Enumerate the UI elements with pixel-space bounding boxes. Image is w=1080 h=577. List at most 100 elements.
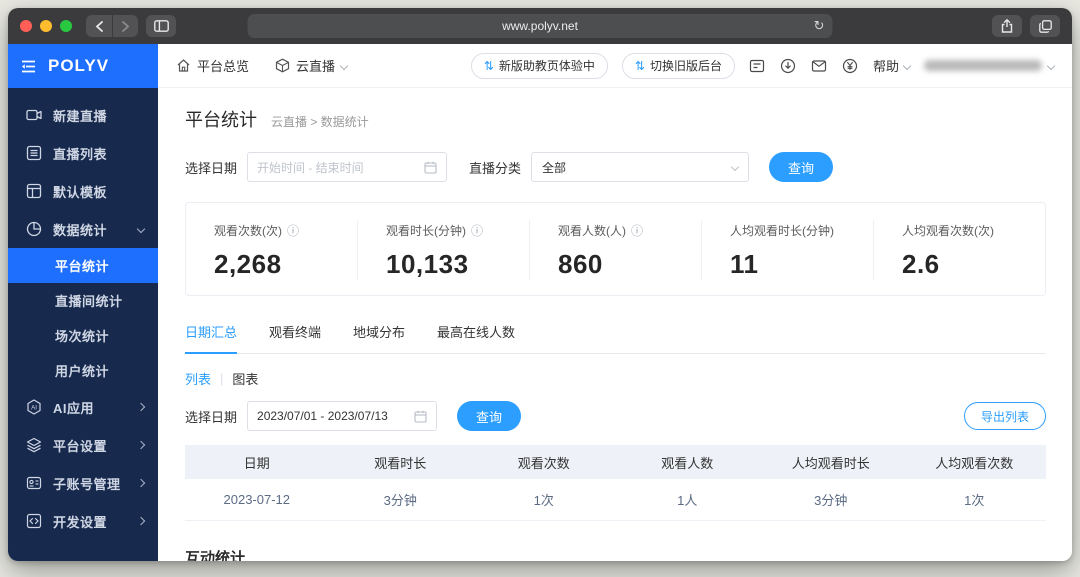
code-icon xyxy=(26,513,42,529)
browser-chrome: www.polyv.net ↻ xyxy=(8,8,1072,44)
browser-window: www.polyv.net ↻ POLYV 新建直播 直播列表 默认模板 数据统… xyxy=(8,8,1072,561)
cell-duration: 3分钟 xyxy=(328,479,472,521)
sidebar-subitem-label: 直播间统计 xyxy=(55,294,123,309)
view-chart-link[interactable]: 图表 xyxy=(232,369,258,388)
home-icon xyxy=(177,59,190,72)
category-select[interactable]: 全部 xyxy=(531,152,750,182)
column-header-avg-views: 人均观看次数 xyxy=(902,445,1046,479)
url-text: www.polyv.net xyxy=(502,19,578,33)
swap-arrows-icon: ⇅ xyxy=(483,58,494,73)
cell-views: 1次 xyxy=(472,479,616,521)
cell-viewers: 1人 xyxy=(615,479,759,521)
download-icon[interactable] xyxy=(780,57,797,74)
sidebar-subitem-platform-statistics[interactable]: 平台统计 xyxy=(8,248,158,283)
date-filter-label: 选择日期 xyxy=(185,160,238,176)
sidebar-subitem-room-statistics[interactable]: 直播间统计 xyxy=(8,283,158,318)
sidebar-item-data-statistics[interactable]: 数据统计 xyxy=(8,210,158,248)
tab-region-distribution[interactable]: 地域分布 xyxy=(353,322,405,353)
share-icon[interactable] xyxy=(992,15,1022,37)
sidebar-item-label: 数据统计 xyxy=(53,222,108,238)
list-icon xyxy=(26,145,42,161)
sidebar-item-default-template[interactable]: 默认模板 xyxy=(8,172,158,210)
query-button[interactable]: 查询 xyxy=(769,152,834,182)
collapse-menu-icon[interactable] xyxy=(22,60,38,73)
chevron-right-icon xyxy=(136,478,146,488)
table-header-row: 日期 观看时长 观看次数 观看人数 人均观看时长 人均观看次数 xyxy=(185,445,1046,479)
chevron-down-icon xyxy=(902,61,912,70)
cloud-live-dropdown[interactable]: 云直播 xyxy=(275,56,349,75)
sidebar-item-platform-settings[interactable]: 平台设置 xyxy=(8,426,158,464)
date-filter-label: 选择日期 xyxy=(185,409,238,425)
swap-arrows-icon: ⇅ xyxy=(634,58,645,73)
tab-max-online[interactable]: 最高在线人数 xyxy=(437,322,515,353)
stat-label: 观看人数(人) xyxy=(558,224,626,238)
stat-label: 人均观看次数(次) xyxy=(902,224,994,238)
main-content: 平台统计 云直播 > 数据统计 选择日期 开始时间 - 结束时间 直播分类 全部 xyxy=(158,88,1072,561)
stat-label: 观看次数(次) xyxy=(214,224,282,238)
stat-avg-duration: 人均观看时长(分钟) 11 xyxy=(701,220,873,280)
date-summary-table: 日期 观看时长 观看次数 观看人数 人均观看时长 人均观看次数 2023-07-… xyxy=(185,445,1046,521)
sidebar-item-label: 默认模板 xyxy=(53,184,108,200)
export-list-button[interactable]: 导出列表 xyxy=(963,402,1046,430)
info-icon[interactable]: ⓘ xyxy=(471,225,483,237)
cloud-live-label: 云直播 xyxy=(296,59,336,74)
sidebar-toggle-icon[interactable] xyxy=(146,15,176,37)
sidebar-item-label: 开发设置 xyxy=(53,514,108,530)
account-dropdown[interactable] xyxy=(924,60,1056,71)
stat-label: 观看时长(分钟) xyxy=(386,224,466,238)
close-window-button[interactable] xyxy=(20,20,32,32)
chevron-right-icon xyxy=(136,402,146,412)
billing-icon[interactable] xyxy=(842,57,859,74)
sidebar-item-live-list[interactable]: 直播列表 xyxy=(8,134,158,172)
chevron-down-icon xyxy=(339,61,349,70)
date-range-placeholder: 开始时间 - 结束时间 xyxy=(257,160,364,175)
chevron-down-icon xyxy=(1046,61,1056,70)
tab-view-terminal[interactable]: 观看终端 xyxy=(269,322,321,353)
id-card-icon xyxy=(26,475,42,491)
polyv-logo[interactable]: POLYV xyxy=(48,56,109,76)
browser-nav-group xyxy=(86,15,138,37)
form-icon[interactable] xyxy=(749,57,766,74)
mail-icon[interactable] xyxy=(811,57,828,74)
reload-icon[interactable]: ↻ xyxy=(814,18,825,34)
info-icon[interactable]: ⓘ xyxy=(631,225,643,237)
cell-date: 2023-07-12 xyxy=(185,479,329,521)
help-dropdown[interactable]: 帮助 xyxy=(873,56,912,75)
sidebar-item-ai-apps[interactable]: AI AI应用 xyxy=(8,388,158,426)
template-icon xyxy=(26,183,42,199)
interaction-statistics-title: 互动统计 xyxy=(185,549,246,562)
column-header-date: 日期 xyxy=(185,445,329,479)
sidebar-subitem-session-statistics[interactable]: 场次统计 xyxy=(8,318,158,353)
sidebar-item-label: AI应用 xyxy=(53,400,95,416)
cell-avg-duration: 3分钟 xyxy=(759,479,903,521)
date-range-input-2[interactable]: 2023/07/01 - 2023/07/13 xyxy=(247,401,438,431)
chevron-down-icon xyxy=(730,162,740,172)
calendar-icon xyxy=(424,161,437,174)
platform-overview-link[interactable]: 平台总览 xyxy=(176,56,249,75)
column-header-duration: 观看时长 xyxy=(328,445,472,479)
query-button-2[interactable]: 查询 xyxy=(457,401,522,431)
sidebar-item-new-live[interactable]: 新建直播 xyxy=(8,96,158,134)
forward-button[interactable] xyxy=(112,15,138,37)
date-range-input[interactable]: 开始时间 - 结束时间 xyxy=(247,152,448,182)
sidebar-item-subaccount-management[interactable]: 子账号管理 xyxy=(8,464,158,502)
url-bar[interactable]: www.polyv.net ↻ xyxy=(247,14,833,38)
page-title: 平台统计 xyxy=(185,110,257,130)
sidebar: POLYV 新建直播 直播列表 默认模板 数据统计 平台统计 直播间统计 场次统… xyxy=(8,44,158,561)
view-list-link[interactable]: 列表 xyxy=(185,369,211,388)
back-button[interactable] xyxy=(86,15,112,37)
tab-date-summary[interactable]: 日期汇总 xyxy=(185,322,238,354)
zoom-window-button[interactable] xyxy=(60,20,72,32)
sidebar-item-developer-settings[interactable]: 开发设置 xyxy=(8,502,158,540)
stats-summary-card: 观看次数(次) ⓘ 2,268 观看时长(分钟) ⓘ 10,133 观看人数(人) ⓘ… xyxy=(185,202,1046,296)
switch-old-console-button[interactable]: ⇅ 切换旧版后台 xyxy=(621,52,735,79)
info-icon[interactable]: ⓘ xyxy=(287,225,299,237)
stat-view-duration: 观看时长(分钟) ⓘ 10,133 xyxy=(357,220,529,280)
logo-block: POLYV xyxy=(8,44,158,88)
tab-overview-icon[interactable] xyxy=(1030,15,1060,37)
minimize-window-button[interactable] xyxy=(40,20,52,32)
sidebar-subitem-user-statistics[interactable]: 用户统计 xyxy=(8,353,158,388)
new-version-experience-button[interactable]: ⇅ 新版助教页体验中 xyxy=(470,52,608,79)
cube-icon xyxy=(275,58,290,73)
svg-text:AI: AI xyxy=(31,405,37,412)
